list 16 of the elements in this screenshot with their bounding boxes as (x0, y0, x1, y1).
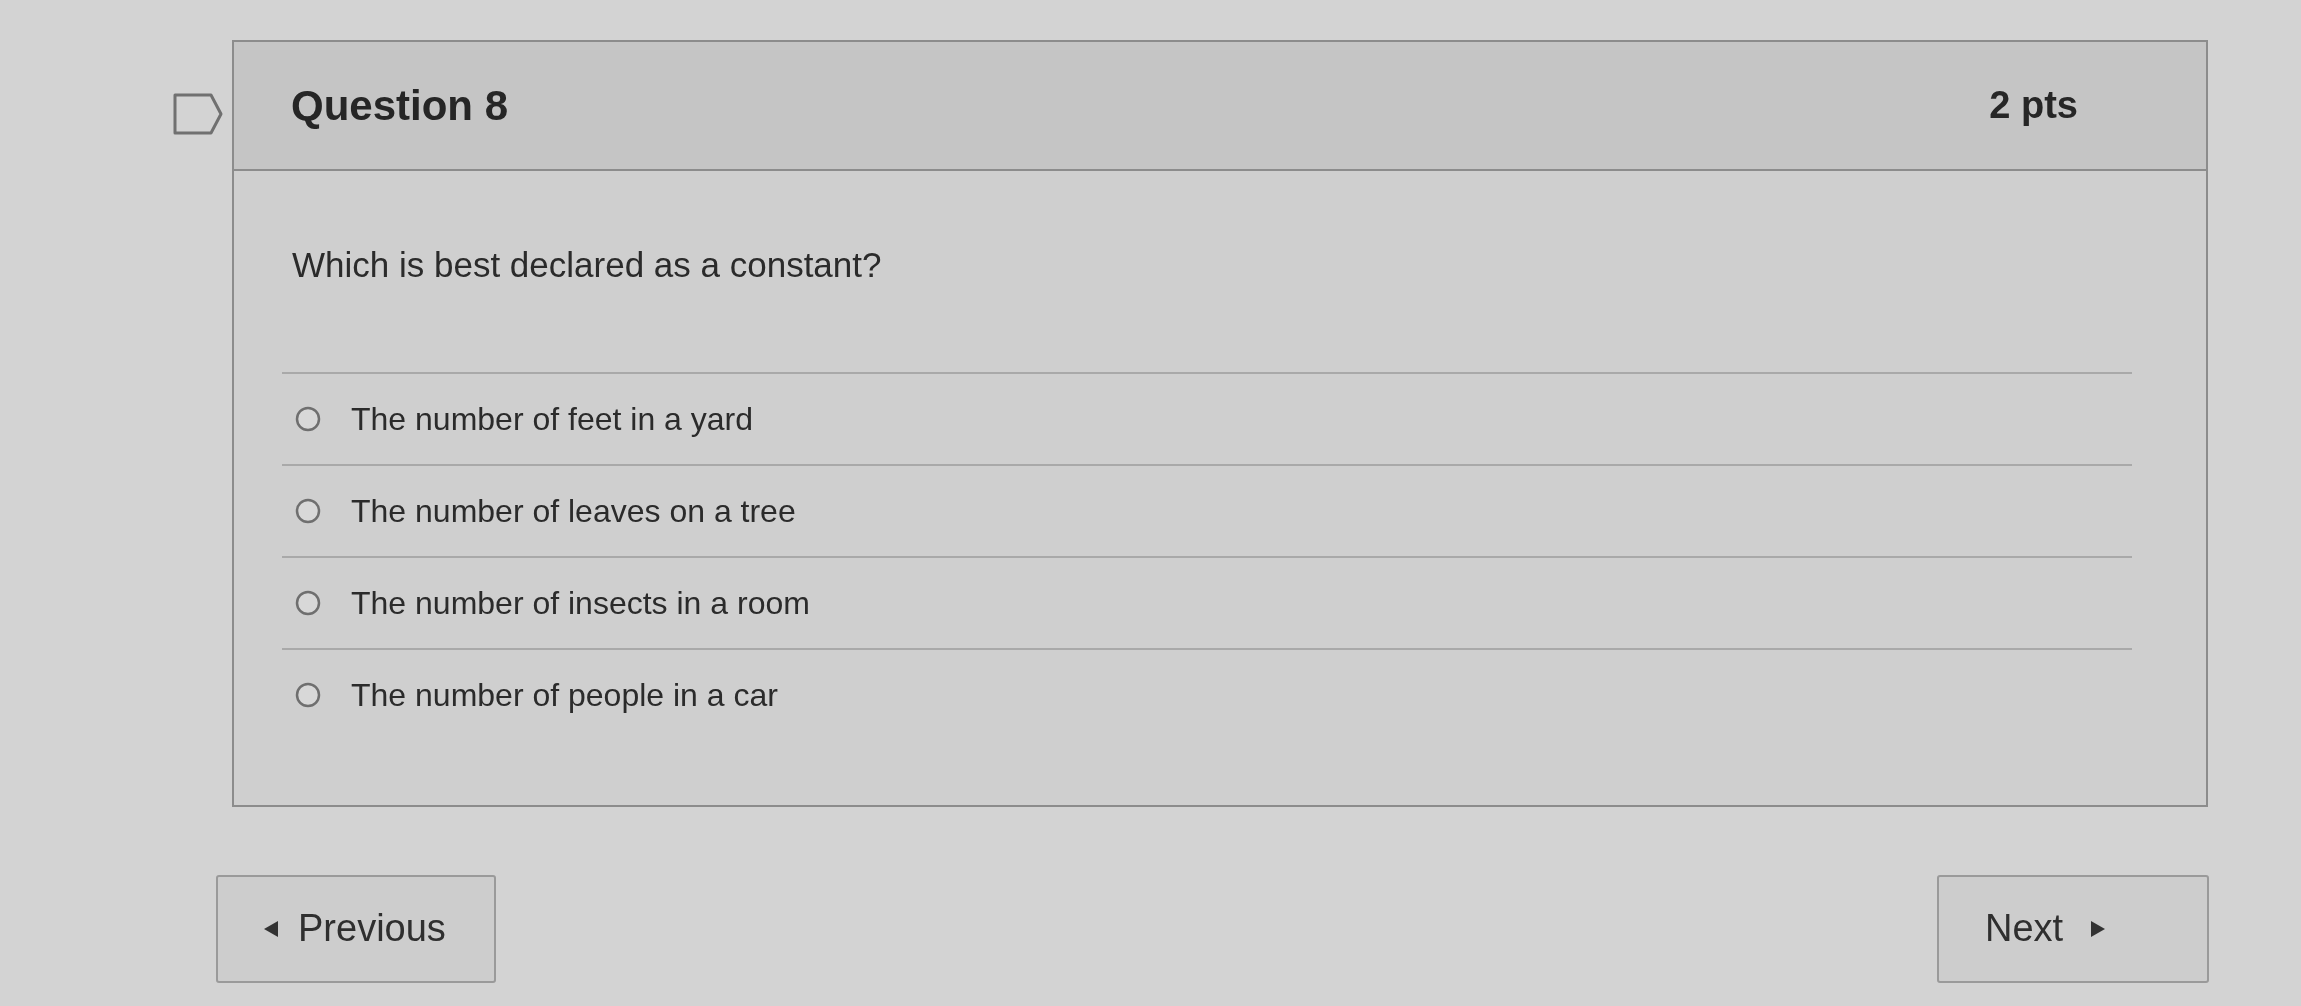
radio-button[interactable] (295, 497, 321, 524)
answer-label[interactable]: The number of feet in a yard (351, 394, 753, 443)
radio-button[interactable] (295, 405, 321, 432)
flag-icon[interactable] (173, 93, 223, 135)
answer-label[interactable]: The number of people in a car (351, 670, 778, 719)
caret-right-icon (2091, 920, 2106, 937)
previous-button[interactable]: Previous (216, 874, 496, 983)
next-button[interactable]: Next (1937, 874, 2209, 983)
answer-label[interactable]: The number of leaves on a tree (351, 486, 796, 535)
question-title: Question 8 (291, 81, 509, 131)
points-label: 2 pts (1989, 83, 2078, 128)
question-text: Which is best declared as a constant? (292, 244, 883, 286)
radio-button[interactable] (295, 589, 321, 616)
radio-button[interactable] (295, 681, 321, 708)
caret-left-icon (264, 920, 278, 937)
answer-label[interactable]: The number of insects in a room (351, 578, 810, 627)
